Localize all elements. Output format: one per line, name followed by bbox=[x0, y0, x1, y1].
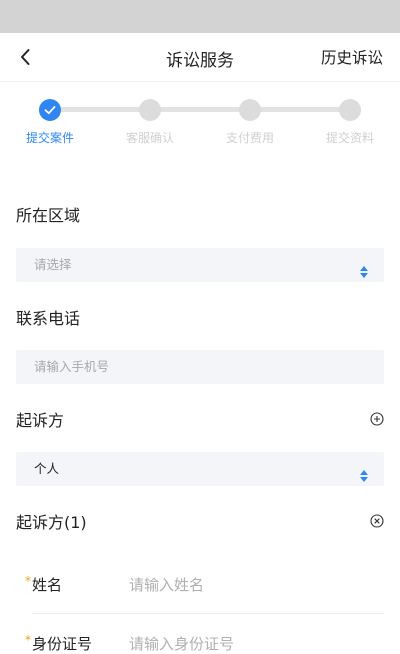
plaintiff-label: 起诉方 bbox=[16, 411, 65, 430]
step-indicator-4 bbox=[339, 99, 361, 121]
step-connector bbox=[150, 107, 250, 112]
sort-arrows-icon bbox=[359, 462, 369, 482]
progress-stepper: 提交案件 客服确认 支付费用 提交资料 bbox=[0, 95, 400, 151]
name-label-text: 姓名 bbox=[32, 576, 63, 594]
required-mark: * bbox=[25, 574, 31, 588]
history-link[interactable]: 历史诉讼 bbox=[321, 46, 383, 68]
region-placeholder: 请选择 bbox=[34, 257, 72, 272]
id-number-label-text: 身份证号 bbox=[32, 635, 93, 653]
plaintiff-type-select[interactable]: 个人 bbox=[16, 452, 384, 486]
plus-circle-icon[interactable] bbox=[370, 411, 384, 426]
name-input[interactable]: 请输入姓名 bbox=[129, 574, 204, 595]
step-connector bbox=[50, 107, 150, 112]
region-select[interactable]: 请选择 bbox=[16, 248, 384, 282]
phone-input[interactable]: 请输入手机号 bbox=[16, 350, 384, 384]
plaintiff-item-title: 起诉方(1) bbox=[16, 513, 87, 532]
plaintiff-type-value: 个人 bbox=[34, 461, 60, 476]
phone-label: 联系电话 bbox=[16, 309, 81, 328]
step-indicator-1 bbox=[39, 99, 61, 121]
sort-arrows-icon bbox=[359, 258, 369, 278]
step-connector bbox=[250, 107, 350, 112]
region-label: 所在区域 bbox=[16, 206, 81, 225]
required-mark: * bbox=[25, 633, 31, 647]
step-label-4: 提交资料 bbox=[325, 131, 374, 145]
step-label-1: 提交案件 bbox=[25, 131, 74, 145]
check-icon bbox=[44, 106, 56, 115]
step-indicator-2 bbox=[139, 99, 161, 121]
step-indicator-3 bbox=[239, 99, 261, 121]
close-circle-icon[interactable] bbox=[370, 513, 384, 528]
nav-bar: 诉讼服务 历史诉讼 bbox=[0, 33, 400, 82]
status-bar bbox=[0, 0, 400, 33]
divider bbox=[32, 613, 384, 614]
step-label-2: 客服确认 bbox=[125, 131, 174, 145]
name-label: *姓名 bbox=[25, 574, 62, 595]
phone-placeholder: 请输入手机号 bbox=[34, 359, 110, 374]
step-label-3: 支付费用 bbox=[225, 131, 274, 145]
